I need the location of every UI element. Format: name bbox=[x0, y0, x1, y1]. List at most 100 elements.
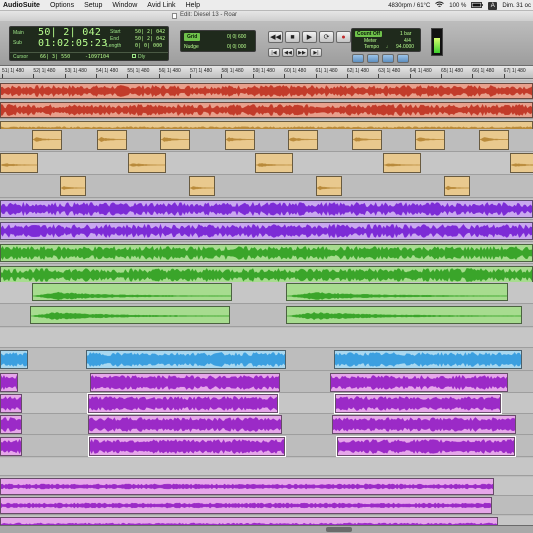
stop-button[interactable]: ■ bbox=[285, 31, 300, 43]
track-lane[interactable] bbox=[0, 393, 533, 414]
track-lane[interactable] bbox=[0, 496, 533, 515]
audio-clip[interactable] bbox=[479, 130, 509, 150]
audio-clip[interactable] bbox=[0, 478, 494, 495]
menu-app-name[interactable]: AudioSuite bbox=[0, 2, 45, 9]
track-lane[interactable] bbox=[0, 372, 533, 393]
track-lane[interactable] bbox=[0, 101, 533, 119]
audio-clip[interactable] bbox=[88, 415, 282, 434]
audio-clip[interactable] bbox=[0, 244, 533, 262]
track-lane[interactable] bbox=[0, 477, 533, 496]
battery-status[interactable]: 100 % bbox=[449, 3, 466, 9]
audio-clip[interactable] bbox=[255, 153, 293, 173]
tempo-ruler-button[interactable] bbox=[367, 54, 379, 63]
audio-clip[interactable] bbox=[334, 393, 502, 414]
audio-clip[interactable] bbox=[444, 176, 470, 196]
track-lane[interactable] bbox=[0, 129, 533, 152]
record-button[interactable]: ● bbox=[336, 31, 351, 43]
track-lane[interactable] bbox=[0, 436, 533, 457]
track-lane[interactable] bbox=[0, 152, 533, 175]
audio-clip[interactable] bbox=[30, 306, 230, 324]
audio-clip[interactable] bbox=[330, 373, 508, 392]
audio-clip[interactable] bbox=[0, 373, 18, 392]
audio-clip[interactable] bbox=[0, 394, 22, 413]
window-title-bar[interactable]: Edit: Diesel 13 - Roar bbox=[0, 11, 533, 21]
audio-clip[interactable] bbox=[336, 436, 516, 457]
grid-value[interactable]: 0| 0| 600 bbox=[227, 33, 246, 41]
main-counter-value[interactable]: 50| 2| 042 bbox=[38, 27, 101, 38]
audio-clip[interactable] bbox=[225, 130, 255, 150]
end-value[interactable]: 50| 2| 042 bbox=[135, 36, 165, 42]
audio-clip[interactable] bbox=[60, 176, 86, 196]
audio-clip[interactable] bbox=[0, 222, 533, 240]
midi-merge-button[interactable] bbox=[352, 54, 364, 63]
audio-clip[interactable] bbox=[0, 153, 38, 173]
delay-checkbox[interactable] bbox=[132, 54, 136, 58]
audio-clip[interactable] bbox=[0, 415, 22, 434]
length-value[interactable]: 0| 0| 000 bbox=[135, 43, 162, 49]
track-lane[interactable] bbox=[0, 175, 533, 198]
start-value[interactable]: 50| 2| 042 bbox=[135, 29, 165, 35]
track-playlist-area[interactable] bbox=[0, 80, 533, 533]
menu-window[interactable]: Window bbox=[107, 2, 142, 9]
rewind-button[interactable]: ◀◀ bbox=[268, 31, 283, 43]
track-lane[interactable] bbox=[0, 199, 533, 220]
audio-clip[interactable] bbox=[90, 373, 280, 392]
audio-clip[interactable] bbox=[383, 153, 421, 173]
battery-icon[interactable] bbox=[471, 1, 484, 10]
menu-help[interactable]: Help bbox=[181, 2, 205, 9]
track-lane[interactable] bbox=[0, 349, 533, 371]
audio-clip[interactable] bbox=[88, 436, 286, 457]
audio-clip[interactable] bbox=[415, 130, 445, 150]
loop-button[interactable]: ⟳ bbox=[319, 31, 334, 43]
audio-clip[interactable] bbox=[87, 393, 279, 414]
horizontal-scrollbar[interactable] bbox=[0, 525, 533, 533]
track-lane[interactable] bbox=[0, 221, 533, 242]
forward-button[interactable]: ▶▶ bbox=[296, 48, 308, 57]
audio-clip[interactable] bbox=[352, 130, 382, 150]
audio-clip[interactable] bbox=[510, 153, 533, 173]
grid-row[interactable]: Grid 0| 0| 600 bbox=[184, 33, 254, 41]
track-lane[interactable] bbox=[0, 243, 533, 264]
menu-setup[interactable]: Setup bbox=[79, 2, 107, 9]
scrollbar-thumb[interactable] bbox=[326, 527, 352, 532]
return-to-zero-button[interactable]: |◀ bbox=[268, 48, 280, 57]
go-to-end-button[interactable]: ▶| bbox=[310, 48, 322, 57]
audio-clip[interactable] bbox=[160, 130, 190, 150]
nudge-value[interactable]: 0| 0| 000 bbox=[227, 43, 246, 51]
bars-beats-ruler[interactable]: 51| 1| 480 52| 1| 480 53| 1| 480 54| 1| 480… bbox=[0, 66, 533, 79]
metronome-button[interactable] bbox=[397, 54, 409, 63]
back-button[interactable]: ◀◀ bbox=[282, 48, 294, 57]
audio-clip[interactable] bbox=[128, 153, 166, 173]
nudge-row[interactable]: Nudge 0| 0| 000 bbox=[184, 43, 254, 51]
audio-clip[interactable] bbox=[32, 283, 232, 301]
track-lane[interactable] bbox=[0, 414, 533, 435]
audio-clip[interactable] bbox=[316, 176, 342, 196]
datetime[interactable]: Dim. 31 oc bbox=[502, 3, 531, 9]
audio-clip[interactable] bbox=[0, 200, 533, 218]
play-button[interactable]: ▶ bbox=[302, 31, 317, 43]
audio-clip[interactable] bbox=[286, 306, 522, 324]
sub-counter-value[interactable]: 01:02:05:23 bbox=[38, 38, 108, 49]
audio-clip[interactable] bbox=[0, 497, 492, 514]
audio-clip[interactable] bbox=[286, 283, 508, 301]
fan-status[interactable]: 4830rpm / 61°C bbox=[388, 3, 430, 9]
audio-clip[interactable] bbox=[0, 350, 28, 369]
track-lane[interactable] bbox=[0, 328, 533, 348]
track-lane[interactable] bbox=[0, 82, 533, 100]
track-lane[interactable] bbox=[0, 458, 533, 476]
user-badge[interactable]: A bbox=[488, 1, 498, 10]
audio-clip[interactable] bbox=[288, 130, 318, 150]
audio-clip[interactable] bbox=[332, 415, 516, 434]
count-off-label[interactable]: Count Off bbox=[355, 31, 383, 37]
audio-clip[interactable] bbox=[32, 130, 62, 150]
wifi-icon[interactable] bbox=[435, 1, 445, 10]
audio-clip[interactable] bbox=[0, 83, 533, 99]
audio-clip[interactable] bbox=[0, 102, 533, 118]
audio-clip[interactable] bbox=[334, 350, 522, 369]
audio-clip[interactable] bbox=[97, 130, 127, 150]
track-lane[interactable] bbox=[0, 282, 533, 304]
count-off-value[interactable]: 1 bar bbox=[400, 31, 411, 37]
tempo-value[interactable]: 94.0000 bbox=[396, 44, 414, 50]
audio-clip[interactable] bbox=[0, 437, 22, 456]
conductor-button[interactable] bbox=[382, 54, 394, 63]
